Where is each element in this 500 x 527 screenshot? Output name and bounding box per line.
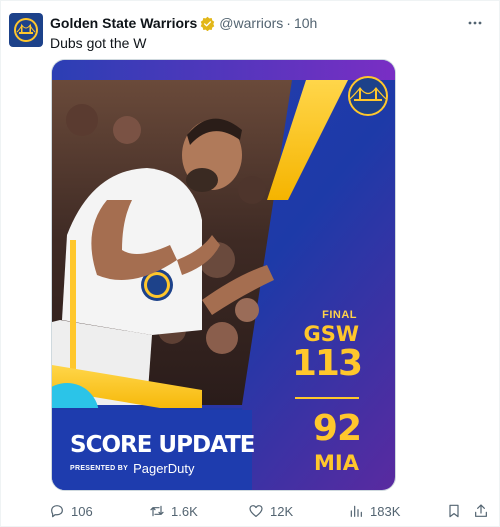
repost-count: 1.6K <box>171 503 198 519</box>
tweet-media-image[interactable]: FINAL GSW 113 92 MIA SCORE UPDATE PRESEN… <box>51 59 396 491</box>
tweet-header: Golden State Warriors @warriors · 10h <box>50 14 317 32</box>
timestamp[interactable]: 10h <box>294 15 317 31</box>
views-button[interactable]: 183K <box>348 501 400 521</box>
away-team: MIA <box>314 451 359 475</box>
share-button[interactable] <box>473 501 489 521</box>
repost-icon <box>150 505 164 517</box>
sponsor-row: PRESENTED BY PagerDuty <box>70 461 194 476</box>
views-chart-icon <box>350 505 362 517</box>
game-status: FINAL <box>322 309 357 321</box>
more-icon <box>468 21 482 25</box>
sponsor-name: PagerDuty <box>133 461 195 476</box>
handle[interactable]: @warriors <box>219 15 283 31</box>
headline: SCORE UPDATE <box>70 432 255 458</box>
views-count: 183K <box>370 503 401 519</box>
like-button[interactable]: 12K <box>248 501 293 521</box>
avatar[interactable] <box>9 13 43 47</box>
presented-by-label: PRESENTED BY <box>70 465 129 472</box>
reply-icon <box>51 505 63 518</box>
share-icon <box>475 504 487 517</box>
bookmark-icon <box>449 504 459 518</box>
tweet-text: Dubs got the W <box>50 35 147 51</box>
away-score: 92 <box>312 408 362 449</box>
separator-dot: · <box>286 15 291 31</box>
score-divider <box>295 397 359 399</box>
more-options-button[interactable] <box>465 13 485 33</box>
repost-button[interactable]: 1.6K <box>149 501 198 521</box>
display-name[interactable]: Golden State Warriors <box>50 15 197 31</box>
tweet-card[interactable]: Golden State Warriors @warriors · 10h Du… <box>0 0 500 527</box>
reply-count: 106 <box>71 503 93 519</box>
warriors-logo-icon <box>14 18 38 42</box>
heart-icon <box>249 505 263 517</box>
like-count: 12K <box>270 503 294 519</box>
verified-badge-icon <box>201 16 215 31</box>
action-bar: 106 1.6K 12K 183K <box>49 501 489 521</box>
bookmark-button[interactable] <box>446 501 462 521</box>
reply-button[interactable]: 106 <box>49 501 93 521</box>
home-score: 113 <box>291 343 363 384</box>
